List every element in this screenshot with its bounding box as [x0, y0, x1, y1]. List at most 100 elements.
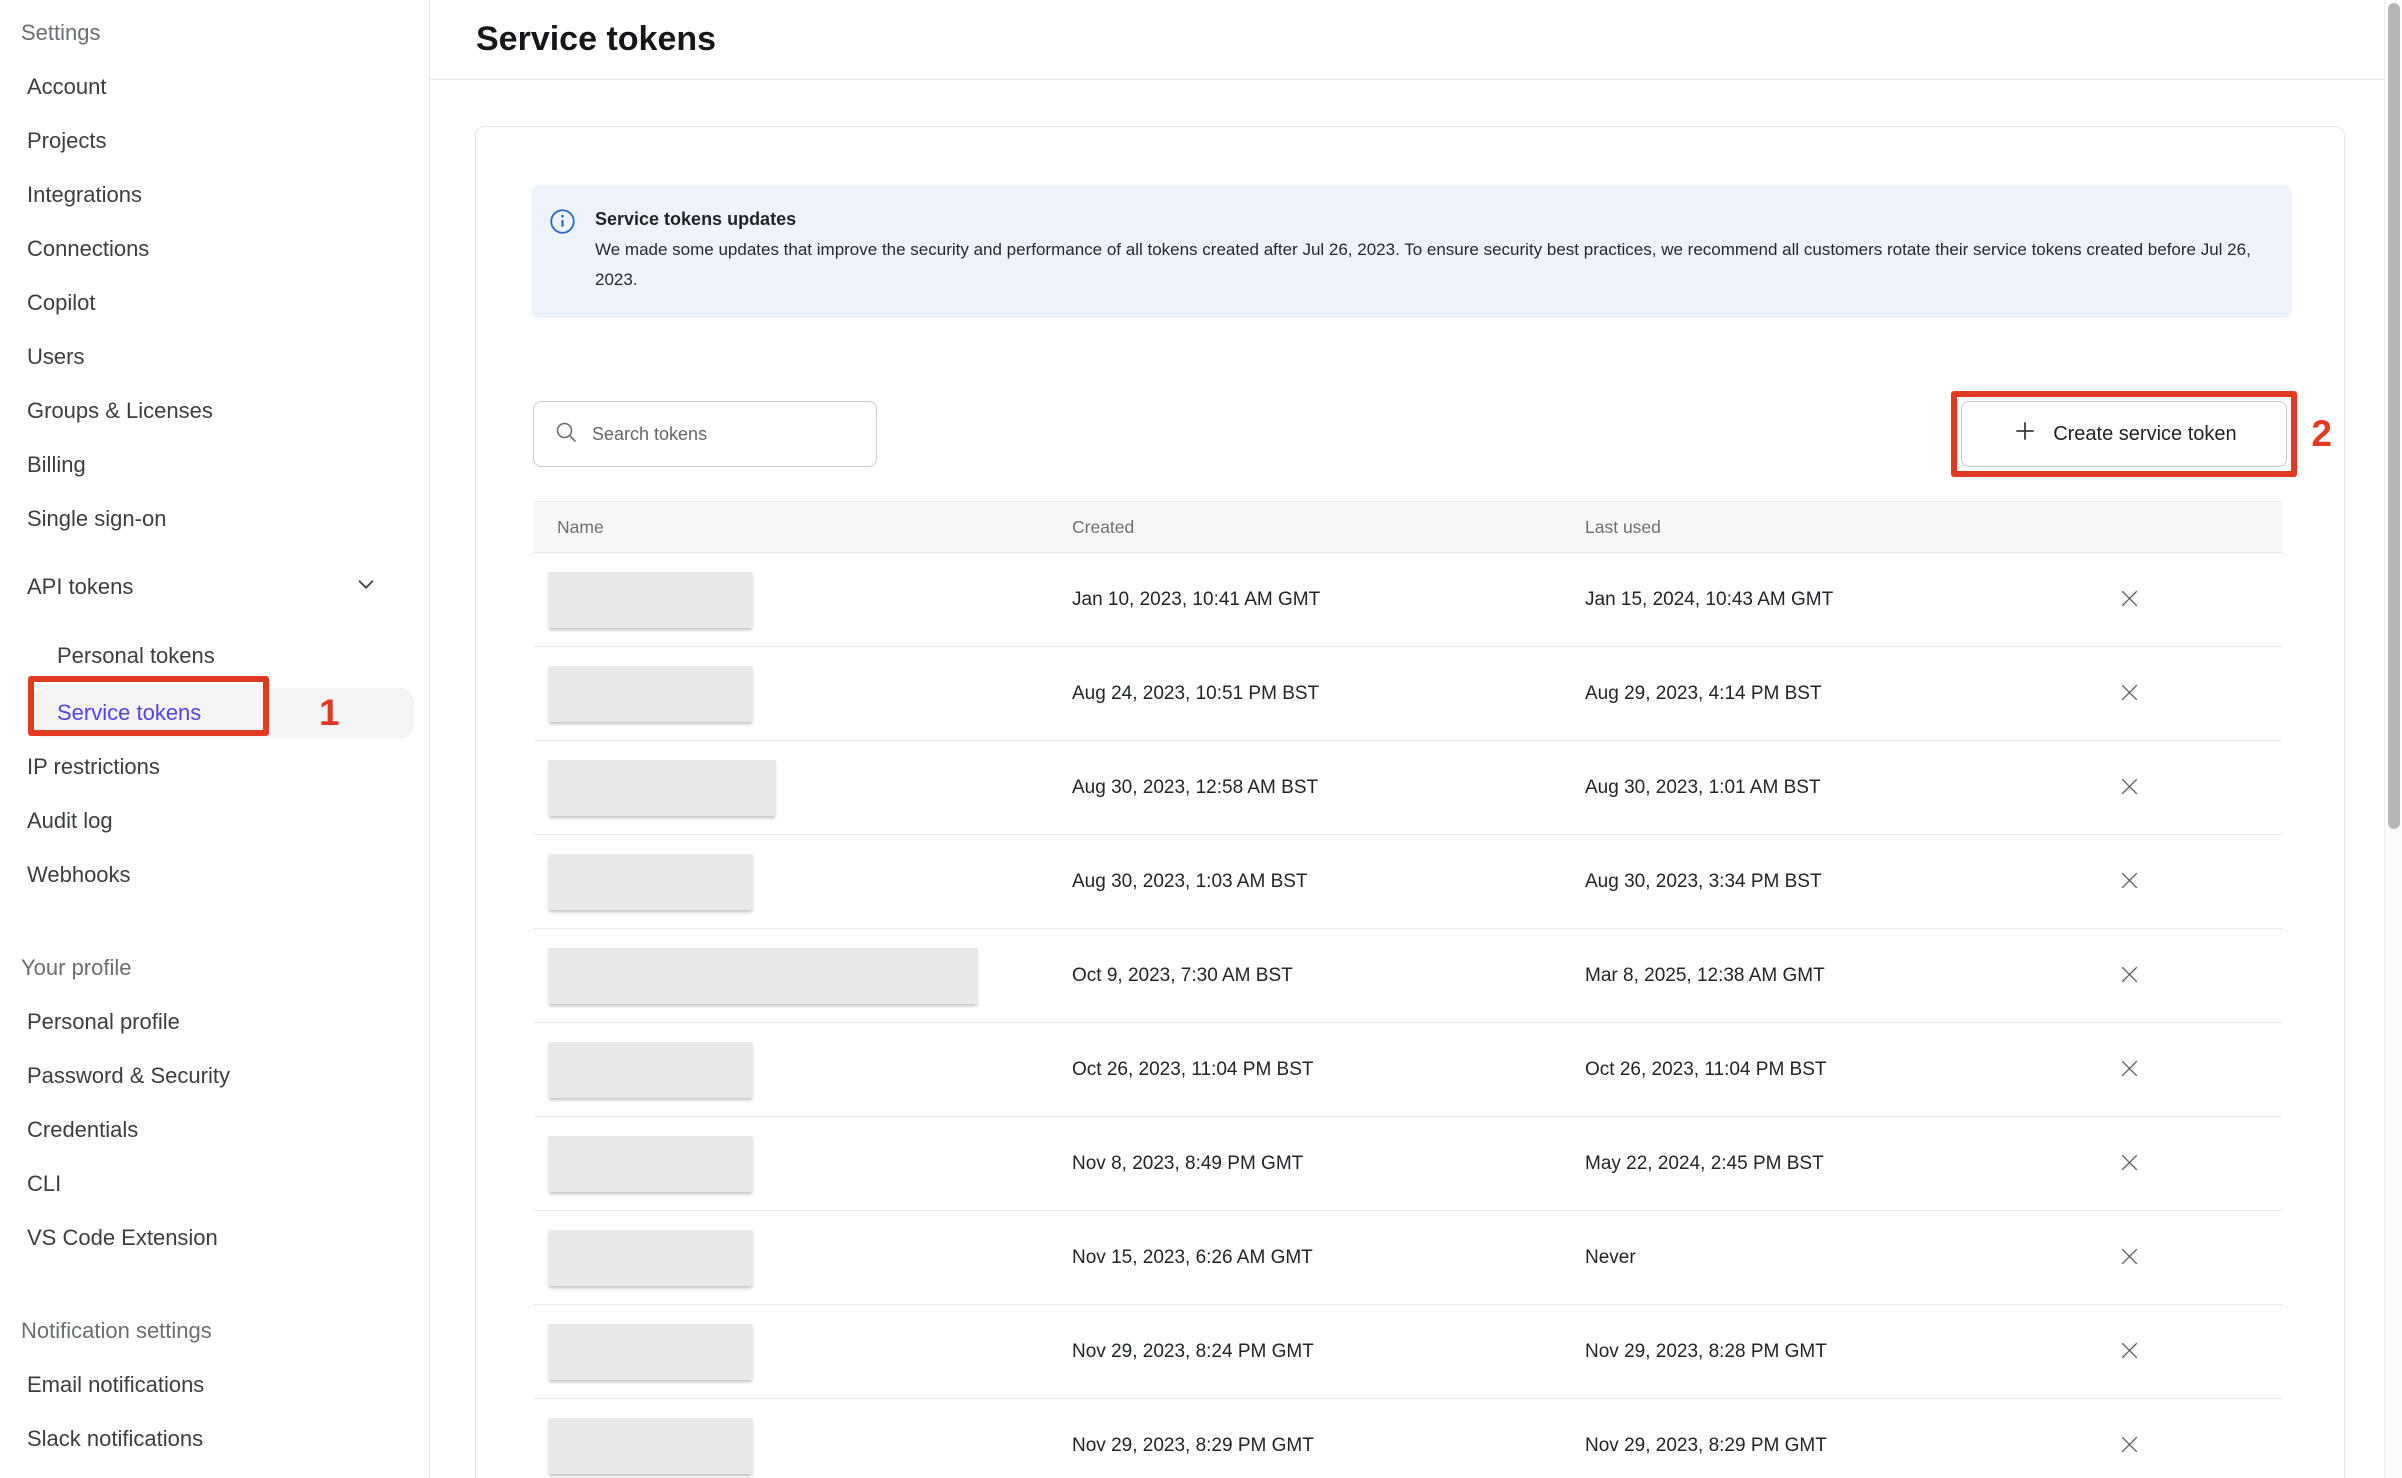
last-used-cell: Jan 15, 2024, 10:43 AM GMT [1585, 589, 2099, 611]
sidebar-item[interactable]: VS Code Extension [0, 1211, 429, 1265]
delete-token-button[interactable] [2109, 1426, 2149, 1466]
token-name-redacted [548, 760, 776, 816]
last-used-cell: May 22, 2024, 2:45 PM BST [1585, 1153, 2099, 1175]
sidebar-item[interactable]: Credentials [0, 1103, 429, 1157]
sidebar-section-settings: Settings [0, 6, 429, 60]
token-name-redacted [548, 1230, 753, 1286]
service-tokens-card: Service tokens updates We made some upda… [475, 126, 2345, 1478]
sidebar-item[interactable]: Groups & Licenses [0, 384, 429, 438]
annotation-number-2: 2 [2311, 413, 2332, 455]
table-row: Jan 10, 2023, 10:41 AM GMT Jan 15, 2024,… [533, 553, 2283, 647]
created-cell: Nov 8, 2023, 8:49 PM GMT [1072, 1153, 1585, 1175]
last-used-cell: Never [1585, 1247, 2099, 1269]
sidebar-item[interactable]: Personal profile [0, 995, 429, 1049]
sidebar-item-service-tokens[interactable]: Service tokens 1 [31, 688, 414, 738]
delete-token-button[interactable] [2109, 1238, 2149, 1278]
sidebar-item[interactable]: Single sign-on [0, 492, 429, 546]
table-toolbar: Create service token 2 [533, 391, 2332, 477]
sidebar-item[interactable]: Integrations [0, 168, 429, 222]
token-name-redacted [548, 572, 753, 628]
column-header-last-used: Last used [1585, 517, 2099, 538]
close-icon [2117, 774, 2142, 802]
sidebar-item[interactable]: Password & Security [0, 1049, 429, 1103]
table-header-row: Name Created Last used [533, 501, 2283, 553]
delete-token-button[interactable] [2109, 580, 2149, 620]
column-header-created: Created [1072, 517, 1585, 538]
created-cell: Nov 29, 2023, 8:29 PM GMT [1072, 1435, 1585, 1457]
banner-body: We made some updates that improve the se… [595, 235, 2268, 295]
plus-icon [2012, 418, 2038, 450]
close-icon [2117, 868, 2142, 896]
token-name-redacted [548, 1042, 753, 1098]
created-cell: Jan 10, 2023, 10:41 AM GMT [1072, 589, 1585, 611]
search-box[interactable] [533, 401, 877, 467]
table-row: Aug 24, 2023, 10:51 PM BST Aug 29, 2023,… [533, 647, 2283, 741]
chevron-down-icon [355, 573, 377, 601]
sidebar-item[interactable]: Users [0, 330, 429, 384]
sidebar-item[interactable]: Projects [0, 114, 429, 168]
close-icon [2117, 1150, 2142, 1178]
table-row: Nov 29, 2023, 8:29 PM GMT Nov 29, 2023, … [533, 1399, 2283, 1478]
sidebar-item-personal-tokens[interactable]: Personal tokens [0, 629, 429, 683]
delete-token-button[interactable] [2109, 674, 2149, 714]
vertical-scrollbar [2384, 0, 2402, 1478]
service-tokens-label: Service tokens [57, 700, 201, 726]
delete-token-button[interactable] [2109, 1144, 2149, 1184]
sidebar-item[interactable]: Webhooks [0, 848, 429, 902]
token-name-redacted [548, 666, 753, 722]
sidebar-item-api-tokens[interactable]: API tokens [0, 560, 429, 614]
main-content: Service tokens Service tokens updates We… [430, 0, 2402, 1478]
sidebar-section-notification-settings: Notification settings [0, 1304, 429, 1358]
sidebar-section-your-profile: Your profile [0, 941, 429, 995]
created-cell: Nov 15, 2023, 6:26 AM GMT [1072, 1247, 1585, 1269]
last-used-cell: Aug 29, 2023, 4:14 PM BST [1585, 683, 2099, 705]
settings-sidebar: Settings Account Projects Integrations C… [0, 0, 430, 1478]
created-cell: Oct 26, 2023, 11:04 PM BST [1072, 1059, 1585, 1081]
info-icon [549, 208, 576, 240]
banner-title: Service tokens updates [595, 206, 2268, 232]
sidebar-item[interactable]: Slack notifications [0, 1412, 429, 1466]
create-service-token-button[interactable]: Create service token [1961, 401, 2287, 467]
create-button-label: Create service token [2053, 423, 2236, 446]
delete-token-button[interactable] [2109, 956, 2149, 996]
table-row: Aug 30, 2023, 12:58 AM BST Aug 30, 2023,… [533, 741, 2283, 835]
annotation-number-1: 1 [319, 692, 340, 734]
search-input[interactable] [592, 424, 842, 445]
page-header: Service tokens [430, 0, 2402, 80]
table-row: Aug 30, 2023, 1:03 AM BST Aug 30, 2023, … [533, 835, 2283, 929]
table-row: Oct 26, 2023, 11:04 PM BST Oct 26, 2023,… [533, 1023, 2283, 1117]
search-icon [554, 420, 578, 449]
sidebar-item[interactable]: Billing [0, 438, 429, 492]
sidebar-item[interactable]: IP restrictions [0, 740, 429, 794]
token-name-redacted [548, 1418, 753, 1474]
sidebar-item[interactable]: Audit log [0, 794, 429, 848]
sidebar-item[interactable]: Email notifications [0, 1358, 429, 1412]
last-used-cell: Nov 29, 2023, 8:28 PM GMT [1585, 1341, 2099, 1363]
token-name-redacted [548, 948, 978, 1004]
page-title: Service tokens [476, 20, 716, 59]
banner-text: Service tokens updates We made some upda… [595, 206, 2268, 295]
table-row: Nov 29, 2023, 8:24 PM GMT Nov 29, 2023, … [533, 1305, 2283, 1399]
service-tokens-table: Name Created Last used Jan 10, 2023, 10:… [533, 501, 2283, 1478]
sidebar-item[interactable]: Account [0, 60, 429, 114]
table-row: Nov 15, 2023, 6:26 AM GMT Never [533, 1211, 2283, 1305]
close-icon [2117, 1338, 2142, 1366]
delete-token-button[interactable] [2109, 862, 2149, 902]
annotation-box-step-2: Create service token [1951, 391, 2297, 477]
delete-token-button[interactable] [2109, 1332, 2149, 1372]
table-row: Nov 8, 2023, 8:49 PM GMT May 22, 2024, 2… [533, 1117, 2283, 1211]
last-used-cell: Aug 30, 2023, 3:34 PM BST [1585, 871, 2099, 893]
last-used-cell: Oct 26, 2023, 11:04 PM BST [1585, 1059, 2099, 1081]
table-row: Oct 9, 2023, 7:30 AM BST Mar 8, 2025, 12… [533, 929, 2283, 1023]
close-icon [2117, 1244, 2142, 1272]
api-tokens-label: API tokens [27, 574, 133, 600]
delete-token-button[interactable] [2109, 1050, 2149, 1090]
close-icon [2117, 680, 2142, 708]
delete-token-button[interactable] [2109, 768, 2149, 808]
sidebar-item[interactable]: Connections [0, 222, 429, 276]
sidebar-item[interactable]: Copilot [0, 276, 429, 330]
token-name-redacted [548, 1324, 753, 1380]
scrollbar-thumb[interactable] [2388, 3, 2400, 829]
app-window: Settings Account Projects Integrations C… [0, 0, 2402, 1478]
sidebar-item[interactable]: CLI [0, 1157, 429, 1211]
